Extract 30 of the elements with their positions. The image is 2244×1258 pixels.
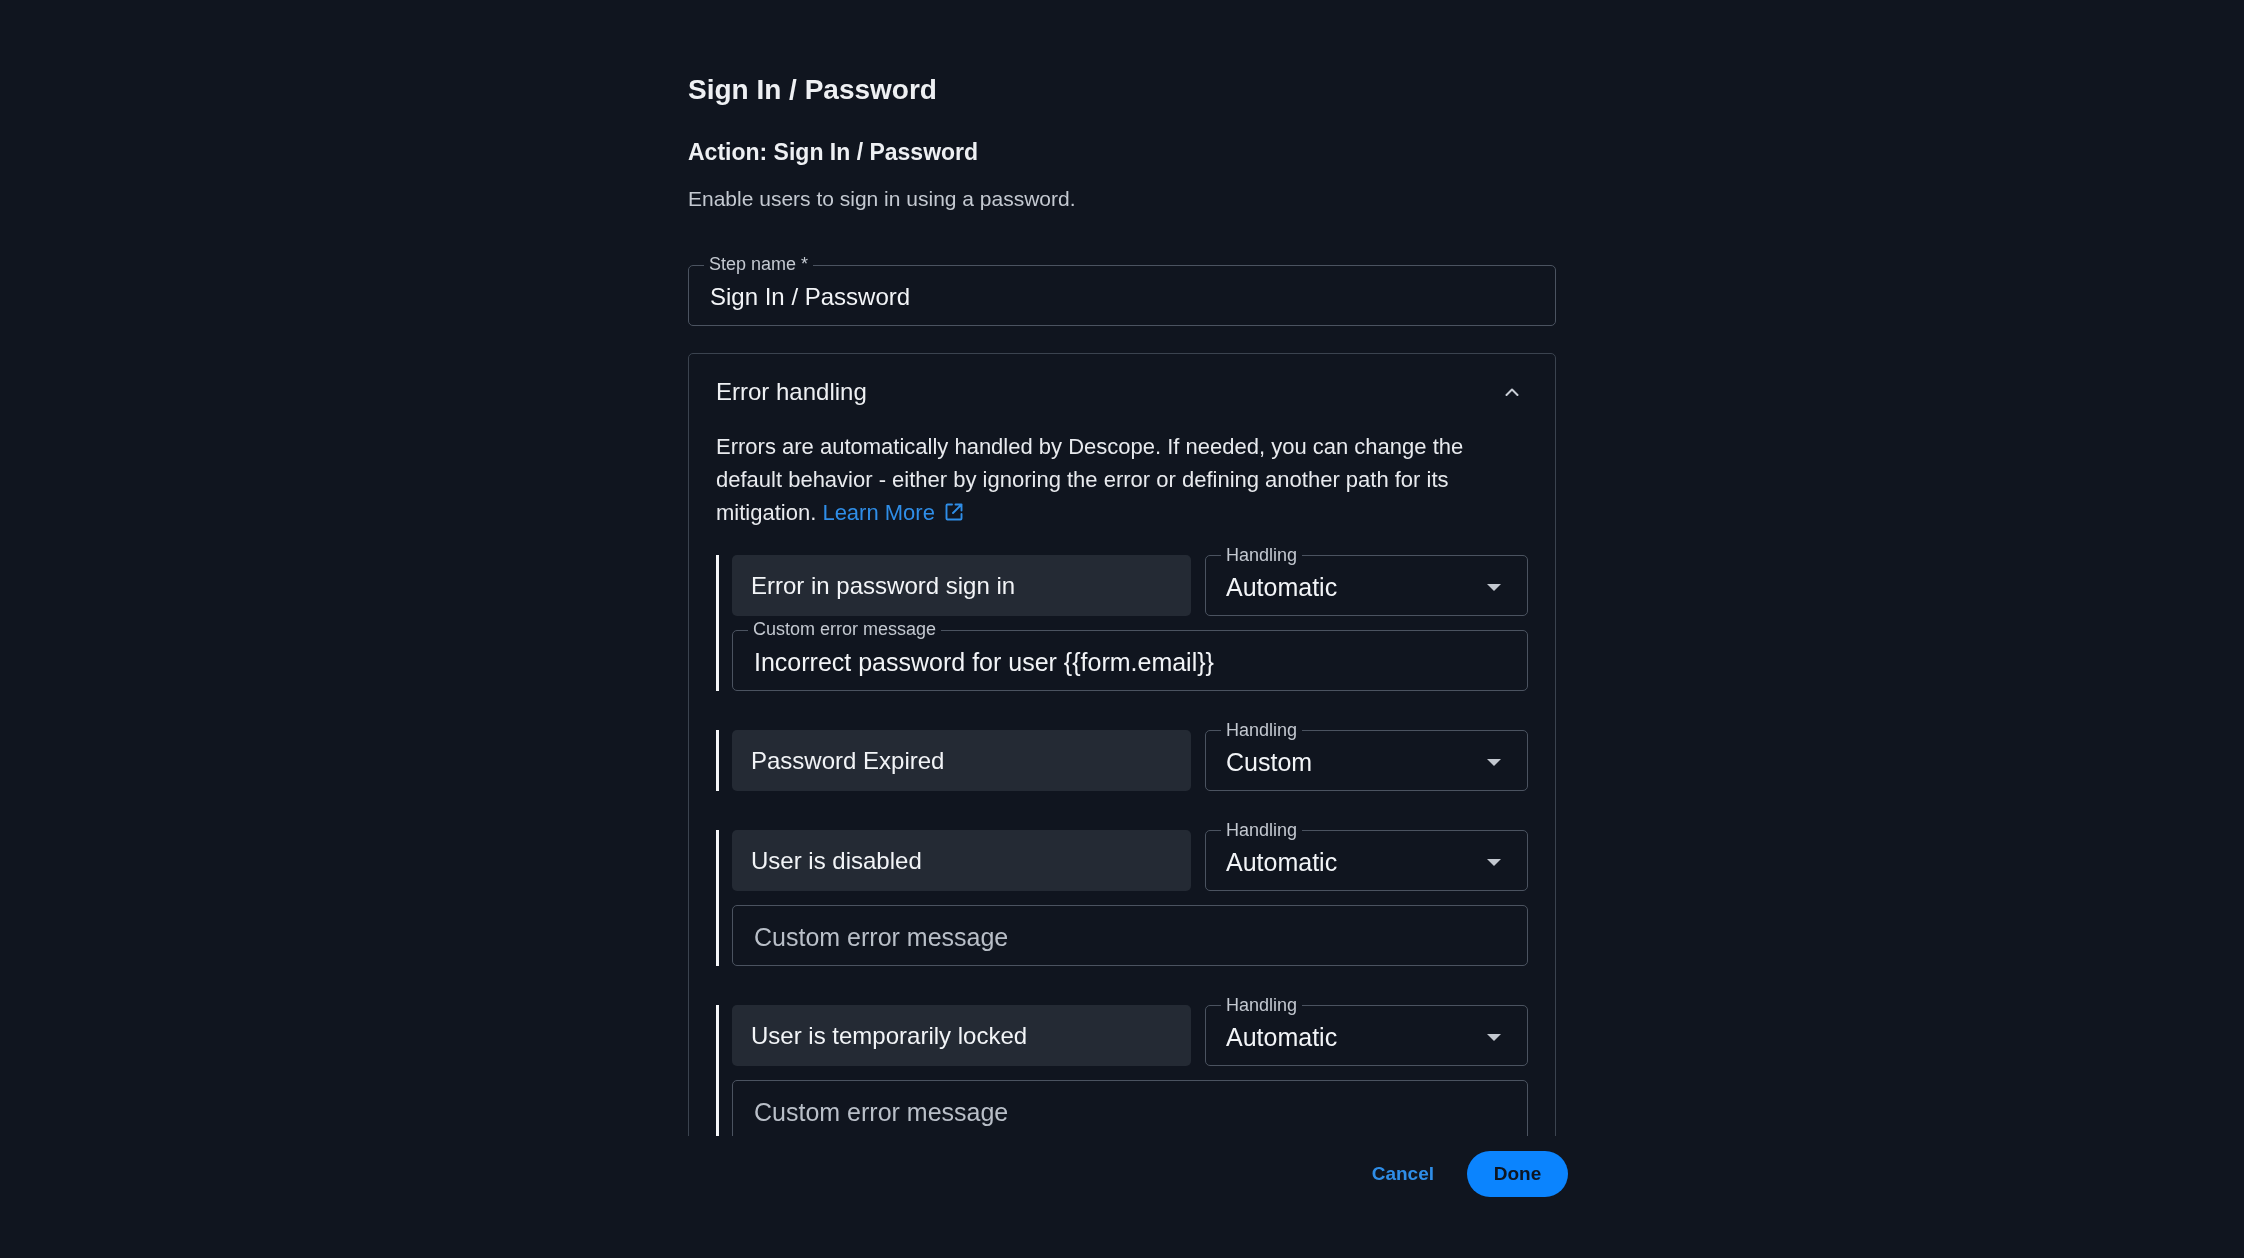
handling-select[interactable]: Handling Automatic [1205, 995, 1528, 1066]
field-label: Handling [1225, 820, 1299, 840]
custom-message-field[interactable]: Custom error message [732, 1080, 1528, 1136]
action-title: Action: Sign In / Password [688, 138, 979, 167]
handling-select[interactable]: Handling Automatic [1205, 545, 1528, 616]
caret-down-icon [1487, 583, 1501, 591]
error-name-field: Error in password sign in [732, 555, 1191, 616]
field-label: Handling [1225, 720, 1299, 740]
field-label: Handling [1225, 545, 1299, 565]
external-link-icon [943, 502, 964, 522]
error-name-field: User is disabled [732, 830, 1191, 891]
action-description: Enable users to sign in using a password. [688, 186, 1076, 212]
section-title: Error handling [716, 377, 867, 407]
chevron-up-icon[interactable] [1505, 388, 1519, 396]
caret-down-icon [1487, 758, 1501, 766]
error-name-field: User is temporarily locked [732, 1005, 1191, 1066]
field-label: Custom error message [748, 619, 942, 640]
handling-select[interactable]: Handling Custom [1205, 720, 1528, 791]
field-label: Step name * [704, 254, 814, 275]
field-label: Handling [1225, 995, 1299, 1015]
error-handling-description: Errors are automatically handled by Descope. If needed, you can change the default behavior - either by ignoring the error or defining another path for its mitigation. Learn More [716, 433, 1465, 527]
handling-select[interactable]: Handling Automatic [1205, 820, 1528, 891]
error-name-field: Password Expired [732, 730, 1191, 791]
caret-down-icon [1487, 1033, 1501, 1041]
done-button[interactable]: Done [1467, 1151, 1568, 1197]
caret-down-icon [1487, 858, 1501, 866]
custom-message-field[interactable]: Custom error message [732, 905, 1528, 966]
cancel-button[interactable]: Cancel [1359, 1155, 1446, 1193]
dialog-title: Sign In / Password [688, 73, 937, 107]
learn-more-link[interactable]: Learn More [822, 500, 964, 525]
